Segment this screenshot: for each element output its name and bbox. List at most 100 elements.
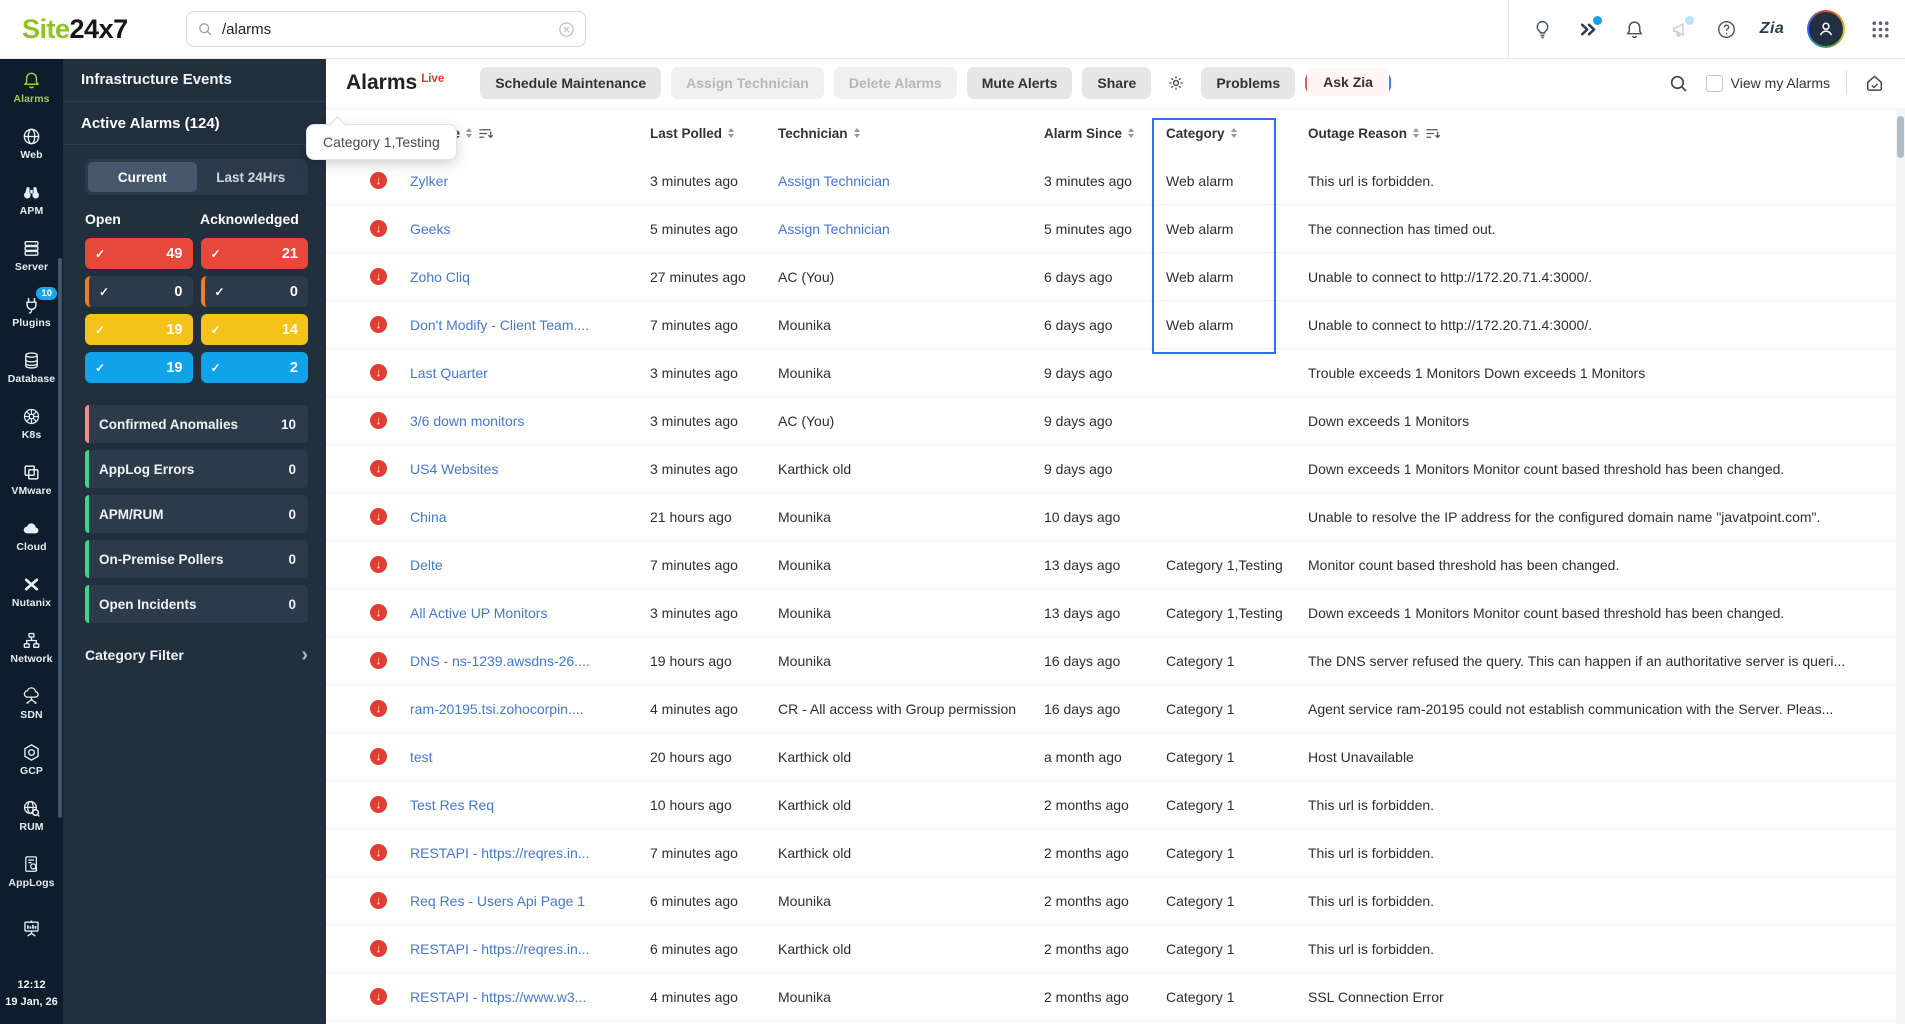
panel-item-applog-errors[interactable]: AppLog Errors 0 <box>85 450 308 488</box>
rail-item-network[interactable]: Network <box>0 620 63 676</box>
alarm-chip-red-open[interactable]: ✓ 49 <box>85 238 193 269</box>
monitor-name-link[interactable]: Zoho Cliq <box>410 269 650 285</box>
clear-search-icon[interactable] <box>558 21 575 38</box>
monitor-name-link[interactable]: ram-20195.tsi.zohocorpin.... <box>410 701 650 717</box>
table-search-icon[interactable] <box>1668 72 1690 94</box>
table-scrollbar[interactable] <box>1896 108 1905 1024</box>
alarm-row[interactable]: ↓ US4 Websites 3 minutes ago Karthick old 9 … <box>326 444 1905 492</box>
technician-value[interactable]: Assign Technician <box>778 173 1044 189</box>
technician-value[interactable]: Assign Technician <box>778 221 1044 237</box>
alarm-row[interactable]: ↓dsf7 minutes agoMounika2 months agoCate… <box>326 1020 1905 1024</box>
bulb-icon[interactable] <box>1531 18 1553 40</box>
column-filter-icon[interactable] <box>478 127 494 140</box>
monitor-name-link[interactable]: Don't Modify - Client Team.... <box>410 317 650 333</box>
rail-item-database[interactable]: Database <box>0 340 63 396</box>
global-search-input[interactable]: /alarms <box>186 11 586 47</box>
delete-alarms-button[interactable]: Delete Alarms <box>833 67 957 99</box>
rail-item-plugins[interactable]: 10 Plugins <box>0 284 63 340</box>
alarm-chip-yellow-open[interactable]: ✓ 19 <box>85 314 193 345</box>
monitor-name-link[interactable]: Req Res - Users Api Page 1 <box>410 893 650 909</box>
alarm-row[interactable]: ↓ Req Res - Users Api Page 16 minutes ago… <box>326 876 1905 924</box>
rail-item-apm[interactable]: APM <box>0 172 63 228</box>
rail-item-sdn[interactable]: SDN <box>0 676 63 732</box>
col-alarm-since[interactable]: Alarm Since <box>1044 126 1166 141</box>
alarm-row[interactable]: ↓ All Active UP Monitors 3 minutes ago Moun… <box>326 588 1905 636</box>
sort-icon[interactable] <box>1230 128 1237 138</box>
panel-item-confirmed-anomalies[interactable]: Confirmed Anomalies 10 <box>85 405 308 443</box>
sort-icon[interactable] <box>1413 128 1420 138</box>
alarm-row[interactable]: ↓ Zylker 3 minutes ago Assign Technician 3 m… <box>326 157 1905 204</box>
col-category[interactable]: Category <box>1166 126 1308 141</box>
megaphone-icon[interactable] <box>1669 16 1694 40</box>
monitor-name-link[interactable]: US4 Websites <box>410 461 650 477</box>
alarm-row[interactable]: ↓ RESTAPI - https://reqres.in... 6 minutes… <box>326 924 1905 972</box>
rail-item-cloud[interactable]: Cloud <box>0 508 63 564</box>
alarm-row[interactable]: ↓ test 20 hours ago Karthick old a month ago… <box>326 732 1905 780</box>
monitor-name-link[interactable]: Last Quarter <box>410 365 650 381</box>
alarm-row[interactable]: ↓ China 21 hours ago Mounika 10 days ago Unab… <box>326 492 1905 540</box>
site24x7-logo[interactable]: Site24x7 <box>22 14 128 45</box>
alarm-row[interactable]: ↓ RESTAPI - https://reqres.in... 7 minutes… <box>326 828 1905 876</box>
rail-item-board[interactable] <box>0 900 63 956</box>
avatar[interactable] <box>1807 10 1845 48</box>
col-last-polled[interactable]: Last Polled <box>650 126 778 141</box>
mute-alerts-button[interactable]: Mute Alerts <box>966 67 1073 99</box>
forward-chevrons-icon[interactable] <box>1577 16 1602 40</box>
alarm-chip-dark-ack[interactable]: ✓ 0 <box>200 276 308 307</box>
alarm-row[interactable]: ↓ Test Res Req 10 hours ago Karthick old 2 m… <box>326 780 1905 828</box>
scrollbar-thumb[interactable] <box>1897 116 1904 158</box>
rail-scrollbar[interactable] <box>58 258 62 818</box>
schedule-maintenance-button[interactable]: Schedule Maintenance <box>480 67 662 99</box>
refresh-icon[interactable] <box>1863 72 1885 94</box>
rail-item-rum[interactable]: RUM <box>0 788 63 844</box>
alarm-row[interactable]: ↓ ram-20195.tsi.zohocorpin.... 4 minutes a… <box>326 684 1905 732</box>
problems-button[interactable]: Problems <box>1201 67 1296 99</box>
assign-technician-button[interactable]: Assign Technician <box>671 67 824 99</box>
alarm-chip-red-ack[interactable]: ✓ 21 <box>200 238 308 269</box>
alarm-row[interactable]: ↓ Geeks 5 minutes ago Assign Technician 5 mi… <box>326 204 1905 252</box>
alarm-row[interactable]: ↓ Don't Modify - Client Team.... 7 minutes… <box>326 300 1905 348</box>
category-filter[interactable]: Category Filter › <box>85 645 308 665</box>
sort-icon[interactable] <box>728 128 735 138</box>
col-outage-reason[interactable]: Outage Reason <box>1308 126 1905 141</box>
gear-icon[interactable] <box>1161 68 1191 98</box>
monitor-name-link[interactable]: RESTAPI - https://reqres.in... <box>410 941 650 957</box>
alarm-row[interactable]: ↓ Delte 7 minutes ago Mounika 13 days ago Cat… <box>326 540 1905 588</box>
rail-item-web[interactable]: Web <box>0 116 63 172</box>
sort-icon[interactable] <box>853 128 860 138</box>
alarm-chip-blue-open[interactable]: ✓ 19 <box>85 352 193 383</box>
sort-icon[interactable] <box>1128 128 1135 138</box>
monitor-name-link[interactable]: Zylker <box>410 173 650 189</box>
share-button[interactable]: Share <box>1082 67 1152 99</box>
alarm-row[interactable]: ↓ DNS - ns-1239.awsdns-26.... 19 hours ago… <box>326 636 1905 684</box>
rail-item-k8s[interactable]: K8s <box>0 396 63 452</box>
rail-item-nutanix[interactable]: Nutanix <box>0 564 63 620</box>
monitor-name-link[interactable]: RESTAPI - https://reqres.in... <box>410 845 650 861</box>
alarm-row[interactable]: ↓ Last Quarter 3 minutes ago Mounika 9 days … <box>326 348 1905 396</box>
ask-zia-button[interactable]: Ask Zia <box>1305 68 1391 96</box>
monitor-name-link[interactable]: Test Res Req <box>410 797 650 813</box>
monitor-name-link[interactable]: DNS - ns-1239.awsdns-26.... <box>410 653 650 669</box>
col-technician[interactable]: Technician <box>778 126 1044 141</box>
monitor-name-link[interactable]: Geeks <box>410 221 650 237</box>
zia-icon[interactable]: Zia <box>1760 18 1784 40</box>
monitor-name-link[interactable]: test <box>410 749 650 765</box>
alarm-row[interactable]: ↓ 3/6 down monitors 3 minutes ago AC (You) 9… <box>326 396 1905 444</box>
sort-icon[interactable] <box>466 128 473 138</box>
monitor-name-link[interactable]: Delte <box>410 557 650 573</box>
view-my-alarms-checkbox[interactable] <box>1705 74 1723 92</box>
alarm-chip-yellow-ack[interactable]: ✓ 14 <box>200 314 308 345</box>
toggle-current[interactable]: Current <box>88 162 197 192</box>
alarm-row[interactable]: ↓ RESTAPI - https://www.w3... 4 minutes ag… <box>326 972 1905 1020</box>
help-icon[interactable] <box>1715 18 1737 40</box>
monitor-name-link[interactable]: RESTAPI - https://www.w3... <box>410 989 650 1005</box>
panel-item-apm-rum[interactable]: APM/RUM 0 <box>85 495 308 533</box>
alarm-chip-dark-open[interactable]: ✓ 0 <box>85 276 193 307</box>
alarm-row[interactable]: ↓ Zoho Cliq 27 minutes ago AC (You) 6 days a… <box>326 252 1905 300</box>
rail-item-alarms[interactable]: Alarms <box>0 60 63 116</box>
rail-item-server[interactable]: Server <box>0 228 63 284</box>
rail-item-applogs[interactable]: AppLogs <box>0 844 63 900</box>
monitor-name-link[interactable]: 3/6 down monitors <box>410 413 650 429</box>
apps-grid-icon[interactable] <box>1869 18 1891 40</box>
panel-item-open-incidents[interactable]: Open Incidents 0 <box>85 585 308 623</box>
